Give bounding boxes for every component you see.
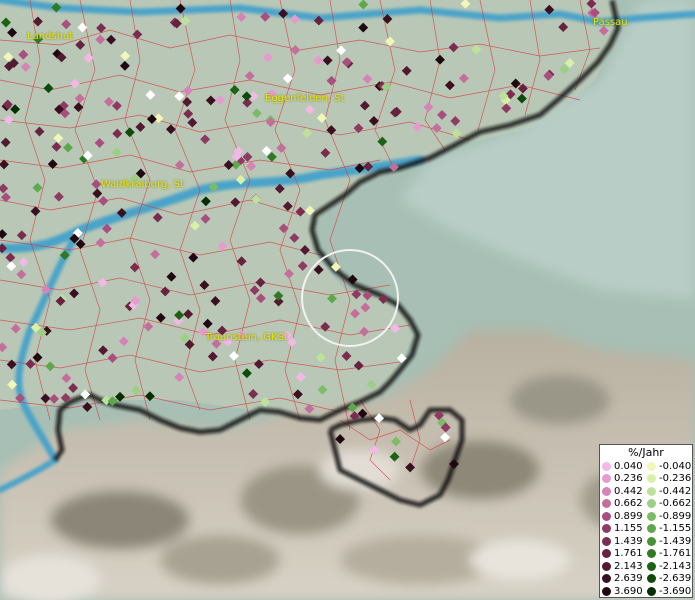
legend-swatch-negative-5 (647, 524, 656, 534)
legend-swatch-positive-6 (602, 536, 611, 546)
legend-swatch-negative-4 (647, 511, 656, 521)
legend-entry: 0.899 (602, 510, 647, 523)
city-label-passau: Passau (593, 17, 628, 28)
legend-swatch-negative-6 (647, 536, 656, 546)
legend-swatch-negative-1 (647, 474, 656, 484)
legend-entry: -2.639 (647, 573, 692, 586)
legend-entry: -3.690 (647, 585, 692, 598)
legend-swatch-positive-1 (602, 474, 611, 484)
legend-entry: -0.040 (647, 460, 692, 473)
legend-entry: -2.143 (647, 560, 692, 573)
legend-entry: 0.236 (602, 473, 647, 486)
legend-entry: 3.690 (602, 585, 647, 598)
legend-entry: 1.155 (602, 523, 647, 536)
city-label-landshut: Landshut (27, 31, 74, 42)
legend-entry: -1.761 (647, 548, 692, 561)
legend-negative-column: -0.040 -0.236 -0.442 -0.662 -0.899 -1.15… (647, 460, 692, 598)
legend-swatch-negative-0 (647, 461, 656, 471)
legend-entry: 2.143 (602, 560, 647, 573)
legend-entry: 0.662 (602, 498, 647, 511)
legend-swatch-positive-10 (602, 586, 611, 596)
terrain-layer (0, 0, 695, 600)
legend-entry: -0.899 (647, 510, 692, 523)
legend-swatch-positive-7 (602, 549, 611, 559)
city-label-waldkraiburg: Waldkraiburg, St (101, 179, 184, 190)
legend-entry: 2.639 (602, 573, 647, 586)
legend-entry: 1.439 (602, 535, 647, 548)
legend-entry: -0.236 (647, 473, 692, 486)
legend-swatch-positive-5 (602, 524, 611, 534)
legend-swatch-positive-4 (602, 511, 611, 521)
legend-swatch-negative-3 (647, 499, 656, 509)
legend-entry: -0.662 (647, 498, 692, 511)
city-label-traunstein: Traunstein, GKSt (205, 332, 288, 343)
city-label-eggenfelden: Eggenfelden, St (265, 93, 345, 104)
legend-swatch-negative-7 (647, 549, 656, 559)
legend-swatch-negative-9 (647, 574, 656, 584)
legend-title: %/Jahr (628, 446, 664, 459)
legend-swatch-negative-10 (647, 586, 656, 596)
legend-entry: -1.155 (647, 523, 692, 536)
legend-swatch-negative-8 (647, 561, 656, 571)
legend-swatch-positive-3 (602, 499, 611, 509)
legend: %/Jahr 0.040 0.236 0.442 0.662 0.899 1.1… (599, 444, 693, 598)
legend-swatch-positive-0 (602, 461, 611, 471)
legend-entry: 1.761 (602, 548, 647, 561)
legend-entry: 0.040 (602, 460, 647, 473)
legend-positive-column: 0.040 0.236 0.442 0.662 0.899 1.155 1.43… (602, 460, 647, 598)
legend-swatch-positive-8 (602, 561, 611, 571)
legend-entry: -1.439 (647, 535, 692, 548)
map-view[interactable]: Landshut Passau Eggenfelden, St Waldkrai… (0, 0, 695, 600)
legend-entry: -0.442 (647, 485, 692, 498)
legend-swatch-negative-2 (647, 486, 656, 496)
legend-swatch-positive-9 (602, 574, 611, 584)
legend-entry: 0.442 (602, 485, 647, 498)
legend-swatch-positive-2 (602, 486, 611, 496)
